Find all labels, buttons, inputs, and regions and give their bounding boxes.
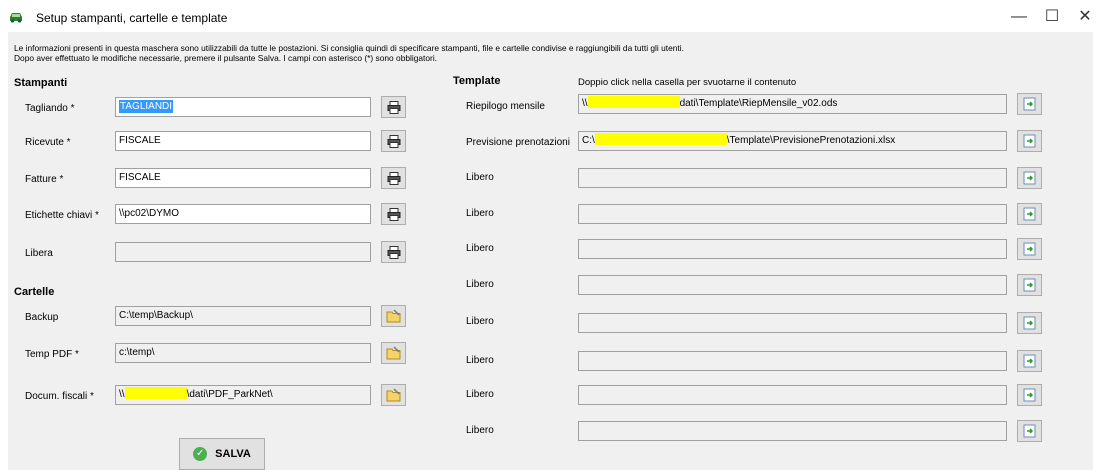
form-client-area: Le informazioni presenti in questa masch… [8, 32, 1093, 470]
folder-icon [386, 346, 401, 360]
label-libero-6: Libero [466, 355, 494, 366]
field-tagliando-value: TAGLIANDI [119, 100, 174, 113]
label-temp-pdf: Temp PDF * [25, 349, 79, 360]
open-file-icon [1023, 97, 1035, 111]
open-file-button-libero-3[interactable] [1017, 238, 1042, 260]
label-libero-2: Libero [466, 208, 494, 219]
field-backup[interactable]: C:\temp\Backup\ [115, 306, 371, 326]
field-riepilogo-suffix: dati\Template\RiepMensile_v02.ods [679, 98, 838, 109]
label-libero-4: Libero [466, 279, 494, 290]
open-file-button-libero-8[interactable] [1017, 420, 1042, 442]
printer-icon [387, 171, 400, 185]
printer-icon [387, 100, 400, 114]
label-tagliando: Tagliando * [25, 103, 75, 114]
label-libero-8: Libero [466, 425, 494, 436]
field-riepilogo-mensile[interactable]: \\ dati\Template\RiepMensile_v02.ods [578, 94, 1007, 114]
label-libera: Libera [25, 248, 53, 259]
folder-icon [386, 388, 401, 402]
field-libero-8[interactable] [578, 421, 1007, 441]
printer-button-etichette-chiavi[interactable] [381, 203, 406, 225]
folder-icon [386, 309, 401, 323]
info-line-1: Le informazioni presenti in questa masch… [14, 43, 684, 53]
label-libero-3: Libero [466, 243, 494, 254]
open-file-button-libero-2[interactable] [1017, 203, 1042, 225]
label-libero-5: Libero [466, 316, 494, 327]
close-button[interactable]: ✕ [1070, 6, 1100, 28]
redaction-highlight [594, 133, 727, 145]
printer-icon [387, 207, 400, 221]
field-previsione-prenotazioni[interactable]: C:\ \Template\PrevisionePrenotazioni.xlsx [578, 131, 1007, 151]
open-file-icon [1023, 278, 1035, 292]
printer-icon [387, 134, 400, 148]
template-hint: Doppio click nella casella per svuotarne… [578, 77, 797, 88]
field-previsione-prefix: C:\ [582, 135, 595, 146]
open-file-icon [1023, 242, 1035, 256]
open-file-button-libero-6[interactable] [1017, 350, 1042, 372]
label-backup: Backup [25, 312, 59, 323]
field-libero-5[interactable] [578, 313, 1007, 333]
printer-button-tagliando[interactable] [381, 96, 406, 118]
open-file-icon [1023, 354, 1035, 368]
field-ricevute[interactable]: FISCALE [115, 131, 371, 151]
open-file-button-libero-5[interactable] [1017, 312, 1042, 334]
save-button[interactable]: ✓ SALVA [179, 438, 265, 470]
field-libero-2[interactable] [578, 204, 1007, 224]
redaction-highlight [587, 96, 680, 108]
label-ricevute: Ricevute * [25, 137, 71, 148]
open-file-button-riepilogo[interactable] [1017, 93, 1042, 115]
section-title-template: Template [453, 75, 501, 87]
save-button-label: SALVA [215, 448, 251, 460]
open-file-button-libero-1[interactable] [1017, 167, 1042, 189]
open-file-icon [1023, 424, 1035, 438]
open-file-icon [1023, 316, 1035, 330]
open-file-button-libero-4[interactable] [1017, 274, 1042, 296]
window-title: Setup stampanti, cartelle e template [36, 11, 228, 25]
field-fatture[interactable]: FISCALE [115, 168, 371, 188]
title-bar: Setup stampanti, cartelle e template — ☐… [0, 0, 1101, 32]
field-etichette-chiavi[interactable]: \\pc02\DYMO [115, 204, 371, 224]
check-icon: ✓ [193, 447, 208, 461]
printer-button-fatture[interactable] [381, 167, 406, 189]
open-file-button-previsione[interactable] [1017, 130, 1042, 152]
info-line-2: Dopo aver effettuato le modifiche necess… [14, 53, 438, 63]
printer-icon [387, 245, 400, 259]
field-docum-fiscali[interactable]: \\ \dati\PDF_ParkNet\ [115, 385, 371, 405]
label-fatture: Fatture * [25, 174, 64, 185]
label-libero-1: Libero [466, 172, 494, 183]
label-previsione-prenotazioni: Previsione prenotazioni [466, 137, 570, 148]
redaction-highlight [124, 387, 187, 399]
maximize-button[interactable]: ☐ [1037, 6, 1067, 28]
open-file-icon [1023, 207, 1035, 221]
field-temp-pdf[interactable]: c:\temp\ [115, 343, 371, 363]
folder-button-backup[interactable] [381, 305, 406, 327]
minimize-button[interactable]: — [1004, 6, 1034, 28]
printer-button-libera[interactable] [381, 241, 406, 263]
field-libero-7[interactable] [578, 385, 1007, 405]
folder-button-docum-fiscali[interactable] [381, 384, 406, 406]
printer-button-ricevute[interactable] [381, 130, 406, 152]
field-libera[interactable] [115, 242, 371, 262]
field-libero-4[interactable] [578, 275, 1007, 295]
label-etichette-chiavi: Etichette chiavi * [25, 210, 99, 221]
field-libero-3[interactable] [578, 239, 1007, 259]
car-icon [10, 13, 22, 23]
section-title-stampanti: Stampanti [14, 77, 68, 89]
label-libero-7: Libero [466, 389, 494, 400]
label-riepilogo-mensile: Riepilogo mensile [466, 101, 545, 112]
field-previsione-suffix: \Template\PrevisionePrenotazioni.xlsx [726, 135, 896, 146]
open-file-button-libero-7[interactable] [1017, 384, 1042, 406]
section-title-cartelle: Cartelle [14, 286, 55, 298]
field-tagliando[interactable]: TAGLIANDI [115, 97, 371, 117]
open-file-icon [1023, 171, 1035, 185]
open-file-icon [1023, 388, 1035, 402]
open-file-icon [1023, 134, 1035, 148]
label-docum-fiscali: Docum. fiscali * [25, 391, 94, 402]
field-libero-1[interactable] [578, 168, 1007, 188]
info-text: Le informazioni presenti in questa masch… [14, 43, 684, 63]
field-docum-fiscali-suffix: \dati\PDF_ParkNet\ [186, 389, 273, 400]
folder-button-temp-pdf[interactable] [381, 342, 406, 364]
field-libero-6[interactable] [578, 351, 1007, 371]
